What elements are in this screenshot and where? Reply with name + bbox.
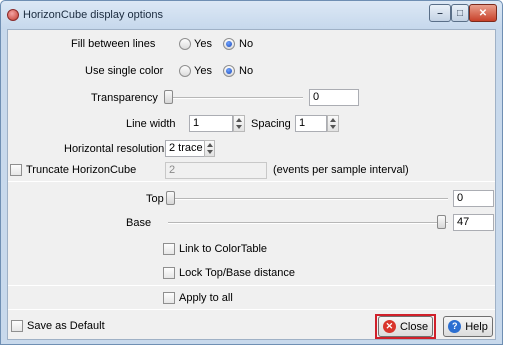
separator (8, 285, 495, 286)
window-close-button[interactable]: ✕ (469, 4, 497, 22)
window-title: HorizonCube display options (23, 9, 164, 21)
spacing-spinner[interactable] (327, 115, 339, 132)
transparency-label: Transparency (91, 92, 158, 104)
save-default-checkbox[interactable] (11, 320, 23, 332)
base-value-field[interactable]: 47 (453, 214, 494, 231)
app-icon (7, 9, 19, 21)
base-slider-thumb[interactable] (437, 215, 446, 229)
horizontal-resolution-spinner[interactable] (204, 140, 215, 157)
spin-down-icon[interactable] (330, 125, 336, 129)
lock-top-base-label: Lock Top/Base distance (179, 267, 295, 279)
fill-between-no-radio[interactable] (223, 38, 235, 50)
truncate-label: Truncate HorizonCube (26, 164, 137, 176)
close-button[interactable]: ✕ Close (378, 316, 433, 337)
spacing-label: Spacing (251, 118, 291, 130)
top-label: Top (146, 193, 164, 205)
maximize-icon: □ (456, 7, 464, 19)
minimize-button[interactable]: – (429, 4, 451, 22)
dialog-body: Fill between lines Yes No Use single col… (7, 29, 496, 340)
fill-between-yes-radio[interactable] (179, 38, 191, 50)
title-bar[interactable]: HorizonCube display options – □ ✕ (1, 1, 502, 29)
single-color-no-radio[interactable] (223, 65, 235, 77)
save-default-label: Save as Default (27, 320, 105, 332)
top-slider-thumb[interactable] (166, 191, 175, 205)
fill-between-no-label: No (239, 38, 254, 50)
line-width-field[interactable]: 1 (189, 115, 233, 132)
transparency-value-field[interactable]: 0 (309, 89, 359, 106)
separator (8, 309, 495, 310)
minimize-icon: – (437, 7, 443, 19)
fill-between-yes-label: Yes (194, 38, 212, 50)
transparency-slider-thumb[interactable] (164, 90, 173, 104)
help-button[interactable]: ? Help (443, 316, 493, 337)
spin-down-icon[interactable] (236, 125, 242, 129)
close-icon: ✕ (382, 320, 396, 333)
spin-up-icon[interactable] (207, 143, 213, 147)
single-color-yes-label: Yes (194, 65, 212, 77)
line-width-spinner[interactable] (233, 115, 245, 132)
spin-up-icon[interactable] (236, 118, 242, 122)
close-button-label: Close (399, 320, 429, 333)
spacing-field[interactable]: 1 (295, 115, 327, 132)
lock-top-base-checkbox[interactable] (163, 267, 175, 279)
base-slider[interactable] (168, 222, 448, 224)
fill-between-label: Fill between lines (71, 38, 156, 50)
truncate-units-label: (events per sample interval) (273, 164, 409, 176)
line-width-label: Line width (126, 118, 176, 130)
dialog-window: HorizonCube display options – □ ✕ Fill b… (0, 0, 503, 345)
top-slider[interactable] (168, 198, 448, 200)
close-icon: ✕ (478, 7, 488, 19)
single-color-no-label: No (239, 65, 254, 77)
truncate-checkbox[interactable] (10, 164, 22, 176)
single-color-yes-radio[interactable] (179, 65, 191, 77)
truncate-value-field[interactable]: 2 (165, 162, 267, 179)
apply-all-label: Apply to all (179, 292, 233, 304)
help-icon: ? (448, 320, 462, 333)
maximize-button[interactable]: □ (451, 4, 469, 22)
spin-down-icon[interactable] (207, 150, 213, 154)
separator (8, 181, 495, 182)
apply-all-checkbox[interactable] (163, 292, 175, 304)
transparency-slider[interactable] (166, 97, 303, 99)
single-color-label: Use single color (85, 65, 164, 77)
link-colortable-label: Link to ColorTable (179, 243, 268, 255)
top-value-field[interactable]: 0 (453, 190, 494, 207)
link-colortable-checkbox[interactable] (163, 243, 175, 255)
help-button-label: Help (465, 320, 488, 333)
horizontal-resolution-label: Horizontal resolution (64, 143, 165, 155)
horizontal-resolution-field[interactable]: 2 trace (165, 140, 205, 157)
spin-up-icon[interactable] (330, 118, 336, 122)
base-label: Base (126, 217, 152, 229)
